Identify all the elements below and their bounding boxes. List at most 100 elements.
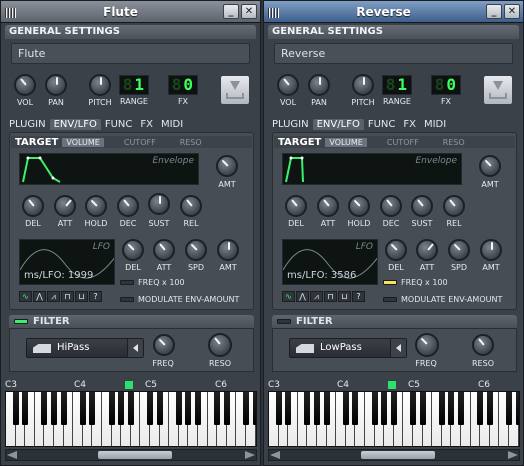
black-key[interactable] — [352, 392, 359, 425]
tab-fx[interactable]: FX — [399, 119, 420, 130]
piano-keyboard[interactable] — [5, 391, 257, 447]
instrument-name-field[interactable]: Flute — [11, 43, 250, 64]
close-button[interactable]: ✕ — [241, 4, 257, 19]
triangle-wave-icon[interactable]: ⋀ — [33, 291, 46, 302]
user-wave-icon[interactable]: ⊔ — [338, 291, 351, 302]
combo-arrow-icon[interactable] — [127, 339, 143, 357]
scroll-thumb[interactable] — [98, 451, 172, 459]
saw-wave-icon[interactable]: ⩘ — [310, 291, 323, 302]
att-knob[interactable] — [317, 195, 339, 217]
black-key[interactable] — [108, 392, 115, 425]
piano-scrollbar[interactable] — [5, 449, 257, 461]
black-key[interactable] — [156, 392, 163, 425]
hold-knob[interactable] — [85, 195, 107, 217]
tab-env-lfo[interactable]: ENV/LFO — [49, 119, 101, 130]
subtab-cutoff[interactable]: CUTOFF — [120, 138, 160, 147]
combo-arrow-icon[interactable] — [390, 339, 406, 357]
filter-type-select[interactable]: LowPass — [289, 338, 407, 358]
saw-wave-icon[interactable]: ⩘ — [47, 291, 60, 302]
black-key[interactable] — [252, 392, 256, 425]
sine-wave-icon[interactable]: ∿ — [19, 291, 32, 302]
fx-display[interactable]: 80 — [168, 75, 198, 95]
envelope-graph[interactable]: Envelope — [282, 153, 462, 185]
black-key[interactable] — [448, 392, 455, 425]
minimize-button[interactable]: _ — [223, 4, 239, 19]
close-button[interactable]: ✕ — [504, 4, 520, 19]
black-key[interactable] — [223, 392, 230, 425]
pitch-knob[interactable] — [89, 74, 111, 96]
black-key[interactable] — [51, 392, 57, 425]
hold-knob[interactable] — [348, 195, 370, 217]
lfo-spd-knob[interactable] — [448, 239, 470, 261]
save-preset-button[interactable] — [483, 75, 513, 105]
envelope-graph[interactable]: Envelope — [19, 153, 199, 185]
black-key[interactable] — [342, 392, 349, 425]
tab-env-lfo[interactable]: ENV/LFO — [312, 119, 364, 130]
filter-reso-knob[interactable] — [208, 333, 232, 357]
sust-knob[interactable] — [148, 193, 170, 215]
minimize-button[interactable]: _ — [486, 4, 502, 19]
question-icon[interactable]: ? — [89, 291, 102, 302]
square-wave-icon[interactable]: ⊓ — [61, 291, 74, 302]
tab-func[interactable]: FUNC — [364, 119, 400, 130]
tab-midi[interactable]: MIDI — [420, 119, 450, 130]
env-amt-knob[interactable] — [216, 155, 238, 177]
black-key[interactable] — [243, 392, 249, 425]
lfo-del-knob[interactable] — [385, 239, 407, 261]
env-amt-knob[interactable] — [479, 155, 501, 177]
lfo-del-knob[interactable] — [122, 239, 144, 261]
filter-freq-knob[interactable] — [153, 334, 175, 356]
titlebar[interactable]: Flute _ ✕ — [1, 1, 260, 23]
subtab-reso[interactable]: RESO — [176, 138, 206, 147]
black-key[interactable] — [304, 392, 311, 425]
black-key[interactable] — [195, 392, 201, 425]
pitch-knob[interactable] — [352, 74, 374, 96]
scroll-left-icon[interactable] — [7, 451, 17, 459]
vol-knob[interactable] — [277, 74, 299, 96]
black-key[interactable] — [185, 392, 192, 425]
filter-reso-knob[interactable] — [472, 334, 494, 356]
sine-wave-icon[interactable]: ∿ — [282, 291, 295, 302]
tab-func[interactable]: FUNC — [101, 119, 137, 130]
black-key[interactable] — [486, 392, 493, 425]
att-knob[interactable] — [54, 195, 76, 217]
black-key[interactable] — [515, 392, 519, 425]
scroll-right-icon[interactable] — [508, 451, 518, 459]
filter-enable-led[interactable] — [277, 319, 291, 324]
freq-x100-led[interactable] — [120, 280, 134, 285]
pan-knob[interactable] — [308, 74, 330, 96]
tab-plugin[interactable]: PLUGIN — [268, 119, 313, 130]
black-key[interactable] — [175, 392, 182, 425]
range-display[interactable]: 81 — [119, 75, 149, 95]
subtab-volume[interactable]: VOLUME — [325, 137, 367, 147]
black-key[interactable] — [60, 392, 67, 425]
instrument-name-field[interactable]: Reverse — [274, 43, 513, 64]
lfo-att-knob[interactable] — [153, 239, 175, 261]
tab-midi[interactable]: MIDI — [157, 119, 187, 130]
titlebar[interactable]: Reverse _ ✕ — [264, 1, 523, 23]
base-note-marker[interactable] — [125, 381, 133, 389]
black-key[interactable] — [506, 392, 512, 425]
del-knob[interactable] — [22, 195, 44, 217]
black-key[interactable] — [458, 392, 464, 425]
subtab-cutoff[interactable]: CUTOFF — [383, 138, 423, 147]
range-display[interactable]: 81 — [382, 75, 412, 95]
black-key[interactable] — [438, 392, 445, 425]
black-key[interactable] — [477, 392, 484, 425]
black-key[interactable] — [371, 392, 378, 425]
rel-knob[interactable] — [443, 195, 465, 217]
lfo-amt-knob[interactable] — [217, 239, 239, 261]
vol-knob[interactable] — [14, 74, 36, 96]
subtab-reso[interactable]: RESO — [439, 138, 469, 147]
black-key[interactable] — [41, 392, 48, 425]
subtab-volume[interactable]: VOLUME — [62, 137, 104, 147]
modulate-env-led[interactable] — [120, 297, 134, 302]
pan-knob[interactable] — [45, 74, 67, 96]
sust-knob[interactable] — [411, 195, 433, 217]
black-key[interactable] — [390, 392, 397, 425]
black-key[interactable] — [127, 392, 134, 425]
lfo-graph[interactable]: LFO ms/LFO: 3586 — [282, 239, 378, 285]
dec-knob[interactable] — [117, 195, 139, 217]
black-key[interactable] — [12, 392, 19, 425]
black-key[interactable] — [22, 392, 29, 425]
